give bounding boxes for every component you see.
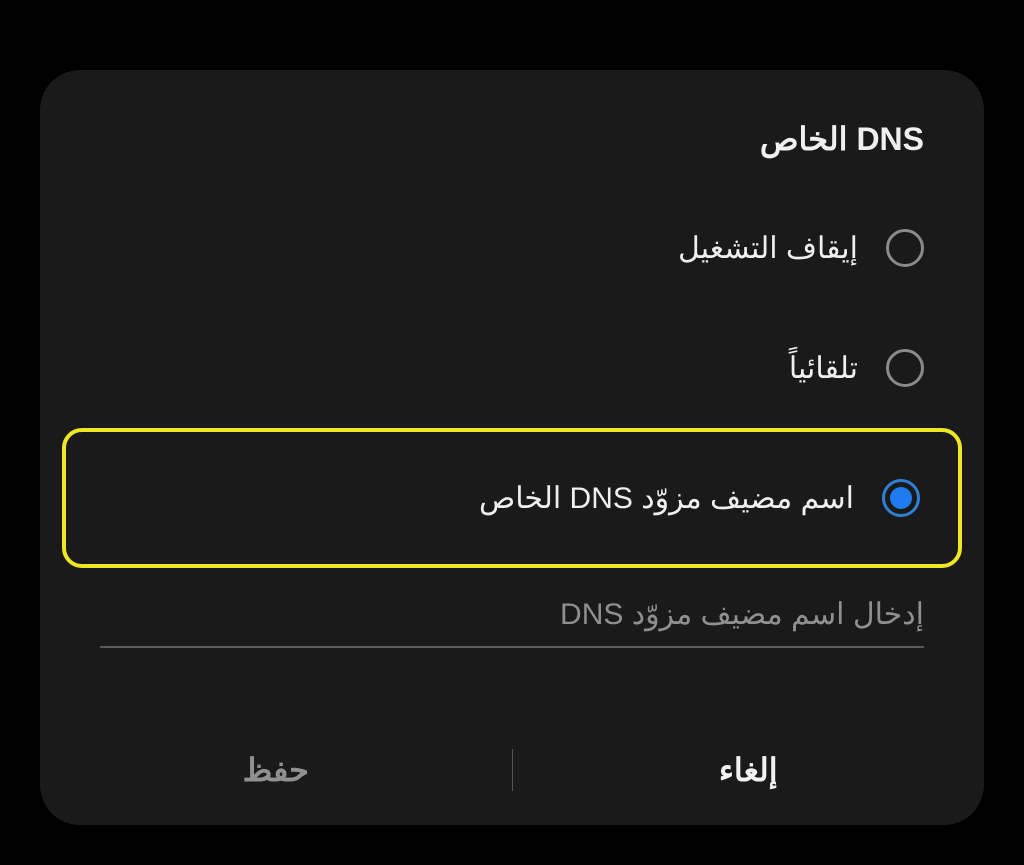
dns-hostname-input-area bbox=[40, 568, 984, 658]
button-divider bbox=[512, 749, 513, 791]
radio-icon bbox=[886, 349, 924, 387]
dialog-button-row: إلغاء حفظ bbox=[40, 715, 984, 825]
dns-option-off[interactable]: إيقاف التشغيل bbox=[40, 188, 984, 308]
dns-option-hostname[interactable]: اسم مضيف مزوّد DNS الخاص bbox=[62, 428, 962, 568]
save-button[interactable]: حفظ bbox=[40, 715, 512, 825]
radio-icon bbox=[886, 229, 924, 267]
option-label: تلقائياً bbox=[789, 351, 858, 386]
dns-options-group: إيقاف التشغيل تلقائياً اسم مضيف مزوّد DN… bbox=[40, 188, 984, 695]
dns-option-auto[interactable]: تلقائياً bbox=[40, 308, 984, 428]
private-dns-dialog: DNS الخاص إيقاف التشغيل تلقائياً اسم مضي… bbox=[40, 70, 984, 825]
dialog-title: DNS الخاص bbox=[40, 120, 984, 188]
dns-hostname-input[interactable] bbox=[100, 588, 924, 648]
option-label: إيقاف التشغيل bbox=[678, 231, 858, 266]
cancel-button[interactable]: إلغاء bbox=[513, 715, 985, 825]
radio-icon bbox=[882, 479, 920, 517]
option-label: اسم مضيف مزوّد DNS الخاص bbox=[479, 481, 854, 516]
